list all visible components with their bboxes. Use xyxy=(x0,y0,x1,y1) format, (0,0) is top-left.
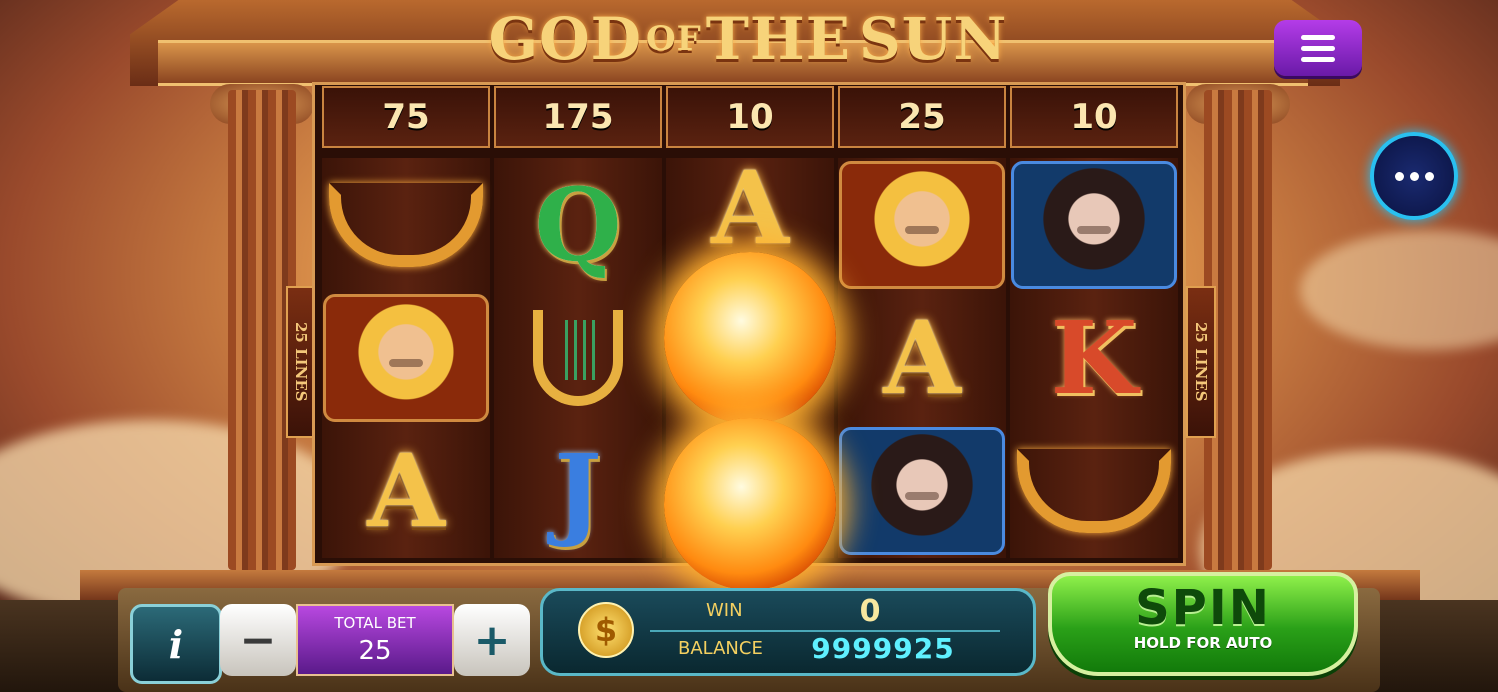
sun-symbols xyxy=(664,252,836,592)
payout-cell: 175 xyxy=(494,86,662,148)
symbol-cell: K xyxy=(1010,291,1178,424)
reel-5: K xyxy=(1010,158,1178,558)
letter-symbol: A xyxy=(367,432,445,551)
goddess-icon xyxy=(1011,160,1177,289)
letter-symbol: K xyxy=(1050,298,1138,417)
more-options-button[interactable] xyxy=(1370,132,1458,220)
sun-icon xyxy=(664,252,836,424)
lyre-icon xyxy=(533,309,623,406)
sun-icon xyxy=(664,418,836,590)
coin-icon: $ xyxy=(578,602,634,658)
letter-symbol: J xyxy=(554,432,602,551)
payout-cell: 10 xyxy=(1010,86,1178,148)
symbol-cell xyxy=(322,291,490,424)
apollo-icon xyxy=(839,160,1005,289)
total-bet-display: TOTAL BET 25 xyxy=(296,604,454,676)
symbol-cell: A xyxy=(838,291,1006,424)
symbol-cell xyxy=(838,425,1006,558)
info-button[interactable]: i xyxy=(130,604,222,684)
apollo-icon xyxy=(323,293,489,422)
menu-button[interactable] xyxy=(1274,20,1362,76)
ellipsis-icon xyxy=(1394,171,1404,181)
symbol-cell xyxy=(322,158,490,291)
goddess-icon xyxy=(839,427,1005,556)
game-title-word: OF xyxy=(645,19,702,59)
hamburger-icon xyxy=(1301,34,1335,40)
laurel-icon xyxy=(1017,449,1171,534)
payout-cell: 75 xyxy=(322,86,490,148)
symbol-cell xyxy=(838,158,1006,291)
reel-4: A xyxy=(838,158,1006,558)
payout-cell: 25 xyxy=(838,86,1006,148)
spin-sub-label: HOLD FOR AUTO xyxy=(1133,634,1273,652)
payout-cell: 10 xyxy=(666,86,834,148)
laurel-icon xyxy=(329,182,483,267)
game-title-word: SUN xyxy=(858,5,1008,73)
payout-row: 75 175 10 25 10 xyxy=(322,86,1178,148)
background-cloud xyxy=(1300,230,1498,350)
balance-value: 9999925 xyxy=(811,632,955,665)
balance-label: BALANCE xyxy=(678,638,763,659)
game-title-word: GOD xyxy=(488,5,642,73)
symbol-cell xyxy=(1010,425,1178,558)
symbol-cell: J xyxy=(494,425,662,558)
win-label: WIN xyxy=(706,600,743,621)
reel-1: A xyxy=(322,158,490,558)
spin-button[interactable]: SPIN HOLD FOR AUTO xyxy=(1048,572,1358,676)
win-value: 0 xyxy=(859,594,881,629)
reel-2: Q J xyxy=(494,158,662,558)
symbol-cell: Q xyxy=(494,158,662,291)
letter-symbol: A xyxy=(883,298,961,417)
game-title: GOD OF THE SUN xyxy=(489,4,1007,74)
letter-symbol: A xyxy=(711,149,789,267)
symbol-cell xyxy=(494,291,662,424)
spin-label: SPIN xyxy=(1135,580,1271,636)
decrease-bet-button[interactable]: − xyxy=(220,604,296,676)
letter-symbol: Q xyxy=(534,165,622,284)
game-title-word: THE xyxy=(705,5,851,73)
symbol-cell: A xyxy=(322,425,490,558)
total-bet-value: 25 xyxy=(358,636,392,666)
total-bet-label: TOTAL BET xyxy=(334,614,416,632)
symbol-cell xyxy=(1010,158,1178,291)
paylines-badge-right: 25 LINES xyxy=(1186,286,1216,438)
increase-bet-button[interactable]: + xyxy=(454,604,530,676)
